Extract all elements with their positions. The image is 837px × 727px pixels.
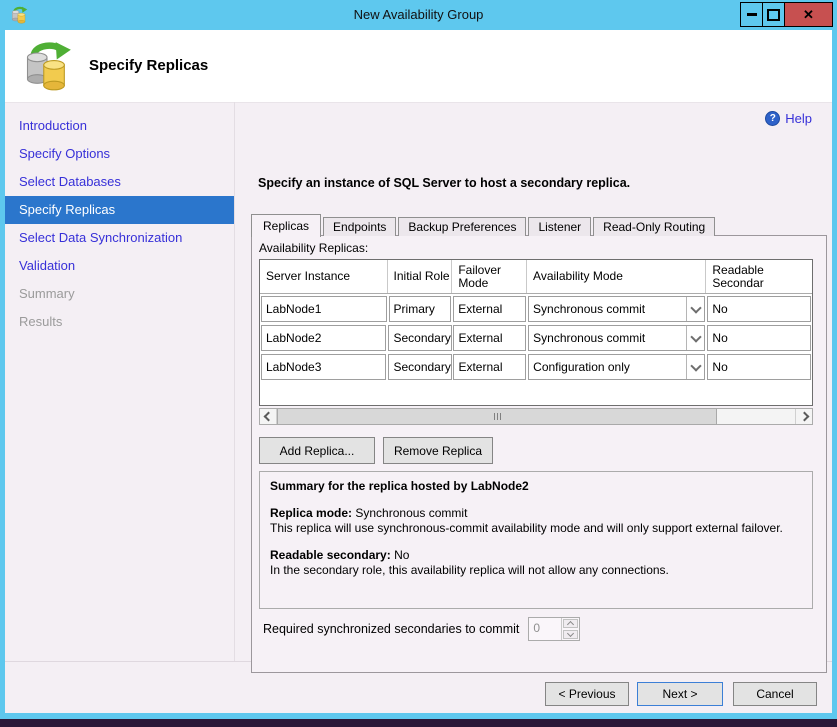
replica-mode-value: Synchronous commit — [355, 506, 467, 520]
page-title: Specify Replicas — [89, 57, 208, 74]
cell-initial-role: Secondary — [388, 325, 451, 351]
help-icon: ? — [765, 111, 780, 126]
sidebar-item-results: Results — [5, 308, 234, 336]
grid-row-labnode1[interactable]: LabNode1 Primary External Synchronous co… — [260, 294, 812, 323]
maximize-button[interactable] — [762, 2, 785, 27]
replica-summary-box: Summary for the replica hosted by LabNod… — [259, 471, 813, 609]
add-replica-button[interactable]: Add Replica... — [259, 437, 375, 464]
cell-failover-mode: External — [453, 296, 526, 322]
sidebar-item-select-data-synchronization[interactable]: Select Data Synchronization — [5, 224, 234, 252]
page-instruction: Specify an instance of SQL Server to hos… — [258, 176, 630, 190]
desktop: New Availability Group ✕ — [0, 0, 837, 727]
summary-readable-secondary: Readable secondary: No In the secondary … — [270, 548, 802, 578]
remove-replica-button[interactable]: Remove Replica — [383, 437, 493, 464]
wizard-steps-list: Introduction Specify Options Select Data… — [5, 112, 234, 336]
availability-replicas-label: Availability Replicas: — [259, 241, 368, 255]
chevron-down-icon[interactable] — [686, 355, 704, 379]
scroll-left-icon[interactable] — [260, 409, 277, 424]
tab-read-only-routing[interactable]: Read-Only Routing — [593, 217, 715, 236]
grid-row-labnode3[interactable]: LabNode3 Secondary External Configuratio… — [260, 352, 812, 381]
sidebar-item-select-databases[interactable]: Select Databases — [5, 168, 234, 196]
availability-mode-dropdown[interactable]: Synchronous commit — [528, 296, 705, 322]
quorum-value[interactable]: 0 — [529, 618, 561, 640]
availability-mode-dropdown[interactable]: Configuration only — [528, 354, 705, 380]
cell-readable-secondary[interactable]: No — [707, 325, 811, 351]
grid-horizontal-scrollbar[interactable] — [259, 408, 813, 425]
chevron-down-icon[interactable] — [686, 326, 704, 350]
cell-failover-mode: External — [453, 354, 526, 380]
cell-server-instance[interactable]: LabNode3 — [261, 354, 386, 380]
availability-mode-dropdown[interactable]: Synchronous commit — [528, 325, 705, 351]
tab-strip: Replicas Endpoints Backup Preferences Li… — [251, 213, 717, 236]
readable-secondary-description: In the secondary role, this availability… — [270, 563, 802, 578]
sidebar-item-specify-replicas[interactable]: Specify Replicas — [5, 196, 234, 224]
wizard-header: Specify Replicas — [5, 30, 832, 103]
window-body: Specify Replicas Introduction Specify Op… — [5, 30, 832, 713]
titlebar[interactable]: New Availability Group ✕ — [0, 0, 837, 30]
quorum-row: Required synchronized secondaries to com… — [263, 617, 580, 641]
minimize-icon — [747, 13, 757, 16]
cancel-button[interactable]: Cancel — [733, 682, 817, 706]
availability-mode-value: Synchronous commit — [529, 302, 686, 316]
cell-initial-role: Secondary — [388, 354, 451, 380]
stepper-down-icon[interactable] — [563, 630, 578, 639]
cell-readable-secondary[interactable]: No — [707, 354, 811, 380]
column-header-server-instance[interactable]: Server Instance — [260, 260, 388, 293]
tab-listener[interactable]: Listener — [528, 217, 591, 236]
readable-secondary-label: Readable secondary: — [270, 548, 391, 562]
tab-endpoints[interactable]: Endpoints — [323, 217, 396, 236]
stepper-buttons — [561, 618, 579, 640]
availability-mode-value: Configuration only — [529, 360, 686, 374]
close-icon: ✕ — [803, 8, 814, 21]
next-button[interactable]: Next > — [637, 682, 723, 706]
chevron-down-icon[interactable] — [686, 297, 704, 321]
wizard-steps-sidebar: Introduction Specify Options Select Data… — [5, 102, 235, 661]
column-header-failover-mode[interactable]: Failover Mode — [452, 260, 527, 293]
column-header-readable-secondary[interactable]: Readable Secondar — [706, 260, 812, 293]
scroll-right-icon[interactable] — [795, 409, 812, 424]
window-title: New Availability Group — [0, 7, 837, 22]
replica-mode-description: This replica will use synchronous-commit… — [270, 521, 802, 536]
cell-readable-secondary[interactable]: No — [707, 296, 811, 322]
replicas-page-icon — [21, 40, 73, 92]
availability-mode-value: Synchronous commit — [529, 331, 686, 345]
sidebar-item-summary: Summary — [5, 280, 234, 308]
previous-button[interactable]: < Previous — [545, 682, 629, 706]
column-header-initial-role[interactable]: Initial Role — [388, 260, 453, 293]
sidebar-item-validation[interactable]: Validation — [5, 252, 234, 280]
replicas-tab-panel: Availability Replicas: Server Instance I… — [251, 235, 827, 673]
column-header-availability-mode[interactable]: Availability Mode — [527, 260, 706, 293]
new-availability-group-window: New Availability Group ✕ — [0, 0, 837, 719]
cell-failover-mode: External — [453, 325, 526, 351]
tab-replicas[interactable]: Replicas — [251, 214, 321, 237]
scrollbar-thumb[interactable] — [277, 408, 717, 425]
quorum-stepper[interactable]: 0 — [528, 617, 580, 641]
cell-server-instance[interactable]: LabNode1 — [261, 296, 387, 322]
minimize-button[interactable] — [740, 2, 763, 27]
close-button[interactable]: ✕ — [784, 2, 833, 27]
quorum-label: Required synchronized secondaries to com… — [263, 622, 519, 636]
summary-replica-mode: Replica mode: Synchronous commit This re… — [270, 506, 802, 536]
summary-title: Summary for the replica hosted by LabNod… — [270, 479, 802, 494]
availability-replicas-grid[interactable]: Server Instance Initial Role Failover Mo… — [259, 259, 813, 406]
tab-backup-preferences[interactable]: Backup Preferences — [398, 217, 526, 236]
readable-secondary-value: No — [394, 548, 409, 562]
caption-buttons: ✕ — [741, 2, 833, 27]
grid-header-row: Server Instance Initial Role Failover Mo… — [260, 260, 812, 294]
stepper-up-icon[interactable] — [563, 619, 578, 628]
cell-initial-role: Primary — [389, 296, 452, 322]
main-content: ? Help Specify an instance of SQL Server… — [235, 102, 832, 661]
maximize-icon — [767, 9, 780, 21]
help-link[interactable]: ? Help — [765, 111, 812, 126]
sidebar-item-specify-options[interactable]: Specify Options — [5, 140, 234, 168]
replica-mode-label: Replica mode: — [270, 506, 352, 520]
cell-server-instance[interactable]: LabNode2 — [261, 325, 386, 351]
grid-row-labnode2[interactable]: LabNode2 Secondary External Synchronous … — [260, 323, 812, 352]
help-label: Help — [785, 111, 812, 126]
sidebar-item-introduction[interactable]: Introduction — [5, 112, 234, 140]
